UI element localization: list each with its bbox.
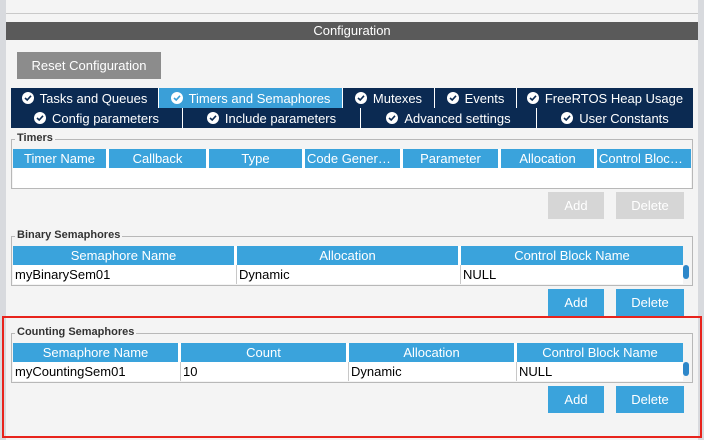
tab-tasks-and-queues[interactable]: Tasks and Queues xyxy=(11,88,159,108)
column-header[interactable]: Semaphore Name xyxy=(13,246,237,265)
allocation-cell: Dynamic xyxy=(237,265,461,284)
tab-row-1: Tasks and Queues Timers and Semaphores M… xyxy=(11,88,693,108)
check-circle-icon xyxy=(170,92,183,104)
check-circle-icon xyxy=(206,112,219,124)
tab-label: Include parameters xyxy=(224,110,337,126)
column-header[interactable]: Type xyxy=(209,149,305,168)
column-header[interactable]: Parameter xyxy=(403,149,501,168)
semaphore-name-cell: myBinarySem01 xyxy=(13,265,237,284)
check-circle-icon xyxy=(526,92,539,104)
column-header[interactable]: Semaphore Name xyxy=(13,343,181,362)
check-circle-icon xyxy=(386,112,399,124)
scrollbar-thumb[interactable] xyxy=(683,362,689,376)
check-circle-icon xyxy=(34,112,47,124)
tab-label: Config parameters xyxy=(52,110,159,126)
column-header[interactable]: Allocation xyxy=(501,149,597,168)
check-circle-icon xyxy=(21,92,34,104)
timers-table-header: Timer Name Callback Type Code Generati..… xyxy=(13,149,691,168)
timers-title: Timers xyxy=(15,132,55,144)
tab-timers-and-semaphores[interactable]: Timers and Semaphores xyxy=(159,88,343,108)
binary-table-header: Semaphore Name Allocation Control Block … xyxy=(13,246,683,265)
tab-config-parameters[interactable]: Config parameters xyxy=(11,108,183,128)
tab-user-constants[interactable]: User Constants xyxy=(537,108,693,128)
binary-delete-button[interactable]: Delete xyxy=(616,289,684,316)
tab-label: Timers and Semaphores xyxy=(188,90,331,106)
scrollbar-thumb[interactable] xyxy=(683,265,689,279)
tab-label: User Constants xyxy=(579,110,669,126)
check-circle-icon xyxy=(354,92,367,104)
table-row[interactable]: myCountingSem01 10 Dynamic NULL xyxy=(13,362,683,381)
column-header[interactable]: Allocation xyxy=(237,246,461,265)
tab-mutexes[interactable]: Mutexes xyxy=(343,88,435,108)
control-block-cell: NULL xyxy=(463,267,497,282)
column-header[interactable]: Callback xyxy=(109,149,209,168)
column-header[interactable]: Control Block ... xyxy=(597,149,691,168)
semaphore-name-cell: myCountingSem01 xyxy=(13,362,181,381)
tab-include-parameters[interactable]: Include parameters xyxy=(183,108,361,128)
counting-semaphores-title: Counting Semaphores xyxy=(15,326,137,338)
check-circle-icon xyxy=(446,92,459,104)
counting-add-button[interactable]: Add xyxy=(548,386,604,413)
column-header[interactable]: Count xyxy=(181,343,349,362)
tab-label: Events xyxy=(464,90,505,106)
counting-table-header: Semaphore Name Count Allocation Control … xyxy=(13,343,683,362)
tab-events[interactable]: Events xyxy=(435,88,517,108)
timers-table-body xyxy=(13,168,691,188)
allocation-cell: Dynamic xyxy=(349,362,517,381)
configuration-header: Configuration xyxy=(6,22,698,40)
tab-label: Mutexes xyxy=(372,90,423,106)
column-header[interactable]: Timer Name xyxy=(13,149,109,168)
count-cell: 10 xyxy=(181,362,349,381)
check-circle-icon xyxy=(561,112,574,124)
column-header[interactable]: Code Generati... xyxy=(305,149,403,168)
tab-freertos-heap-usage[interactable]: FreeRTOS Heap Usage xyxy=(517,88,693,108)
column-header[interactable]: Allocation xyxy=(349,343,517,362)
counting-delete-button[interactable]: Delete xyxy=(616,386,684,413)
timers-delete-button[interactable]: Delete xyxy=(616,192,684,219)
tab-label: FreeRTOS Heap Usage xyxy=(544,90,684,106)
binary-add-button[interactable]: Add xyxy=(548,289,604,316)
tab-row-2: Config parameters Include parameters Adv… xyxy=(11,108,693,128)
tab-label: Advanced settings xyxy=(404,110,511,126)
table-row[interactable]: myBinarySem01 Dynamic NULL xyxy=(13,265,683,284)
top-strip xyxy=(6,0,698,14)
control-block-cell: NULL xyxy=(519,364,553,379)
column-header[interactable]: Control Block Name xyxy=(461,246,683,265)
column-header[interactable]: Control Block Name xyxy=(517,343,683,362)
tab-advanced-settings[interactable]: Advanced settings xyxy=(361,108,537,128)
reset-configuration-button[interactable]: Reset Configuration xyxy=(17,52,161,79)
binary-semaphores-title: Binary Semaphores xyxy=(15,229,123,241)
timers-add-button[interactable]: Add xyxy=(548,192,604,219)
tab-label: Tasks and Queues xyxy=(39,90,148,106)
